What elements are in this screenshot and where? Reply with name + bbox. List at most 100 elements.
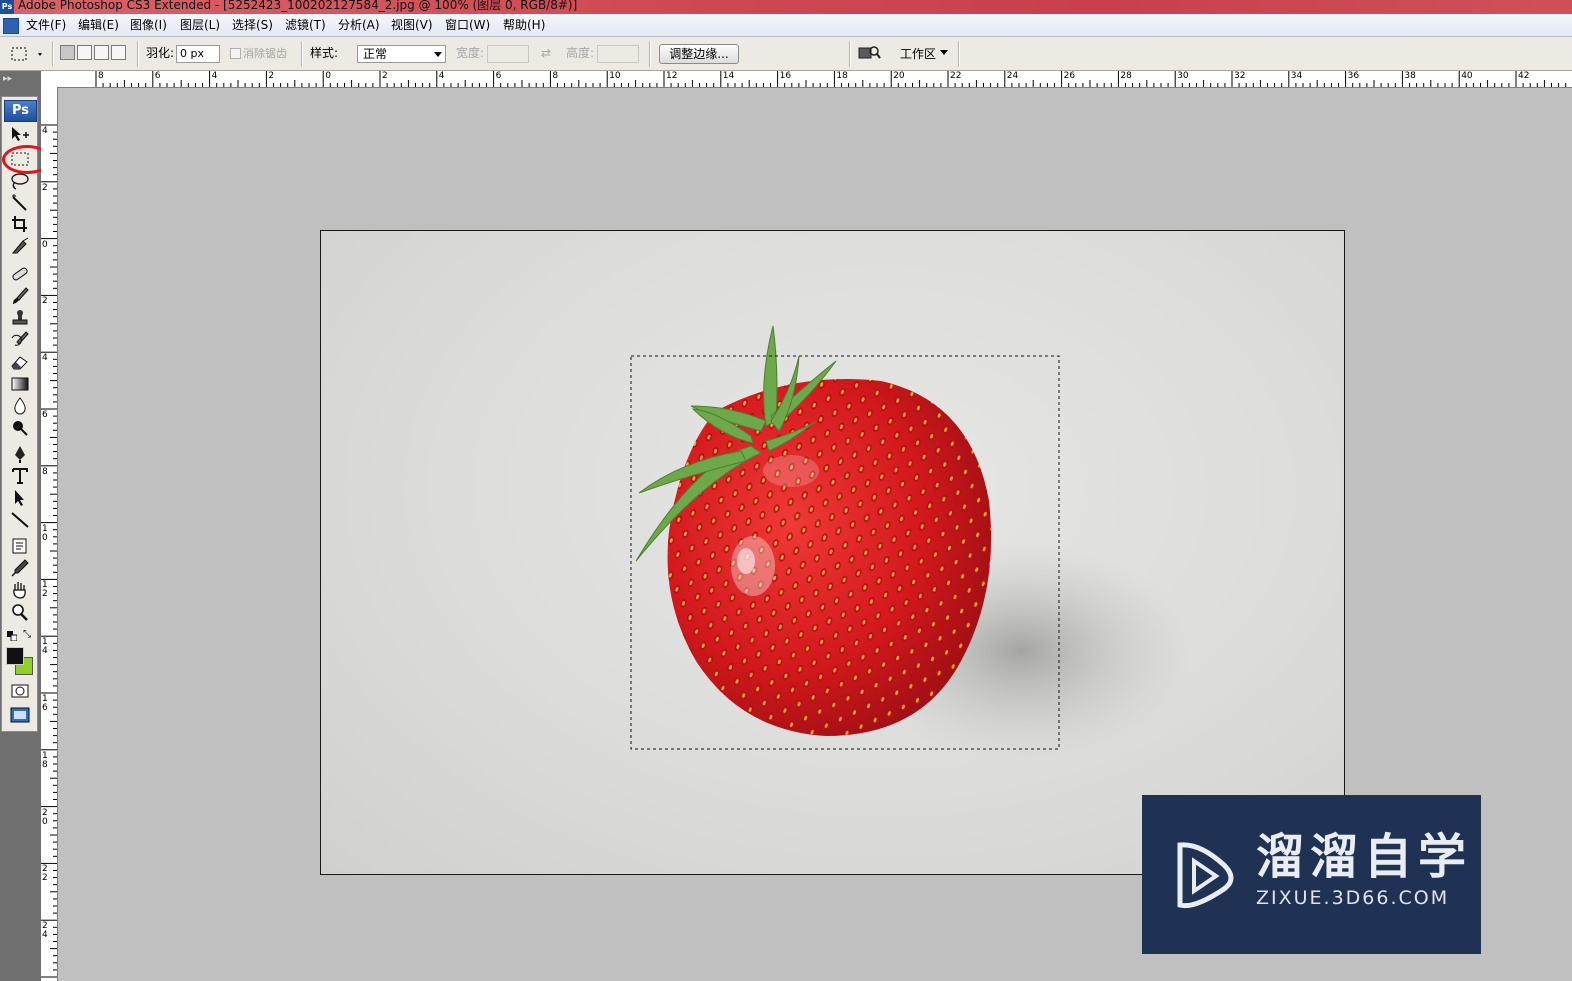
horizontal-ruler[interactable]: 8 6 4 2 0 2 4 6 8 10 12 14 16 18 20 22 24 26 28 30 32 34 36 38 4…: [58, 71, 1572, 88]
vertical-ruler[interactable]: 4 2 0 2 4 6 8 10 12 14 16 18 20 22 24: [41, 87, 58, 981]
ruler-v-label: 20: [42, 807, 48, 827]
swap-colors-icon[interactable]: ⤡: [23, 629, 35, 641]
history-brush-icon[interactable]: [9, 330, 31, 350]
menu-window[interactable]: 窗口(W): [445, 17, 490, 34]
width-input[interactable]: [487, 45, 529, 63]
antialias-checkbox[interactable]: [230, 48, 241, 59]
watermark-name: 溜溜自学: [1256, 829, 1473, 885]
blur-icon[interactable]: [9, 396, 31, 416]
ruler-h-label: 30: [1177, 71, 1189, 81]
ruler-v-label: 22: [42, 864, 48, 884]
refine-edge-button[interactable]: 调整边缘...: [659, 44, 739, 64]
ruler-h-label: 6: [495, 71, 502, 81]
eyedropper-icon[interactable]: [9, 558, 31, 578]
ruler-v-label: 0: [42, 239, 48, 250]
ruler-h-label: 12: [666, 71, 678, 81]
hand-icon[interactable]: [9, 580, 31, 600]
brush-icon[interactable]: [9, 286, 31, 306]
feather-input[interactable]: 0 px: [176, 45, 220, 63]
ruler-h-label: 26: [1063, 71, 1076, 81]
ruler-v-label: 24: [42, 921, 48, 941]
style-label: 样式:: [310, 46, 339, 60]
bridge-button[interactable]: [858, 44, 882, 62]
ruler-h-label: 10: [609, 71, 621, 81]
menu-filter[interactable]: 滤镜(T): [285, 17, 326, 34]
ruler-h-label: 0: [325, 71, 331, 81]
ruler-h-label: 4: [211, 71, 218, 81]
antialias-label: 消除锯齿: [243, 47, 287, 60]
menu-file[interactable]: 文件(F): [26, 17, 66, 34]
dodge-icon[interactable]: [9, 418, 31, 438]
tool-preset-picker[interactable]: [8, 45, 44, 63]
horizontal-ruler-ticks: [95, 71, 1567, 87]
window-title: Adobe Photoshop CS3 Extended - [5252423_…: [18, 0, 578, 12]
gradient-icon[interactable]: [9, 374, 31, 394]
app-menu-icon[interactable]: [3, 18, 19, 34]
type-icon[interactable]: [9, 466, 31, 486]
ruler-h-label: 34: [1290, 71, 1303, 81]
subtract-from-selection-button[interactable]: [94, 45, 109, 60]
options-bar: 羽化: 0 px 消除锯齿 样式: 正常 宽度: ⇄ 高度: 调整边缘... 工…: [0, 37, 1572, 71]
move-tool-icon[interactable]: [9, 125, 31, 145]
workspace-label: 工作区: [900, 47, 937, 61]
ruler-h-label: 8: [98, 71, 104, 81]
ruler-origin[interactable]: [41, 71, 58, 88]
ruler-v-label: 6: [42, 410, 48, 420]
default-colors-icon[interactable]: [7, 630, 18, 642]
marquee-preset-icon: [11, 47, 42, 61]
line-icon[interactable]: [9, 510, 31, 530]
title-bar: Ps Adobe Photoshop CS3 Extended - [52524…: [0, 0, 1572, 14]
style-select-value: 正常: [363, 47, 388, 61]
menu-view[interactable]: 视图(V): [391, 17, 433, 34]
ruler-h-label: 4: [438, 71, 445, 81]
pen-icon[interactable]: [9, 444, 31, 464]
path-selection-icon[interactable]: [9, 488, 31, 508]
quick-mask-icon[interactable]: [9, 681, 31, 701]
ruler-h-label: 36: [1347, 71, 1360, 81]
ruler-h-label: 22: [950, 71, 962, 81]
ruler-h-label: 16: [779, 71, 792, 81]
ruler-h-label: 42: [1518, 71, 1530, 81]
menu-help[interactable]: 帮助(H): [503, 17, 545, 34]
healing-brush-icon[interactable]: [9, 264, 31, 284]
document-canvas[interactable]: [320, 230, 1345, 875]
ruler-h-label: 28: [1120, 71, 1132, 81]
screen-mode-icon[interactable]: [9, 705, 31, 725]
new-selection-button[interactable]: [60, 45, 75, 60]
menu-analysis[interactable]: 分析(A): [338, 17, 380, 34]
magic-wand-icon[interactable]: [9, 193, 31, 213]
menu-select[interactable]: 选择(S): [232, 17, 273, 34]
toolbox: Ps ⤡: [1, 96, 38, 732]
slice-icon[interactable]: [9, 236, 31, 256]
crop-icon[interactable]: [9, 214, 31, 234]
bridge-icon: [858, 46, 881, 59]
menu-edit[interactable]: 编辑(E): [78, 17, 119, 34]
zoom-icon[interactable]: [9, 602, 31, 622]
ps-logo: Ps: [4, 100, 37, 122]
eraser-icon[interactable]: [9, 352, 31, 372]
foreground-color-swatch[interactable]: [6, 647, 24, 665]
strawberry-image: [630, 325, 1191, 761]
ruler-v-label: 16: [42, 694, 48, 713]
ruler-v-label: 10: [42, 523, 48, 543]
swap-icon[interactable]: ⇄: [541, 46, 551, 61]
style-select[interactable]: 正常: [357, 45, 446, 63]
intersect-selection-button[interactable]: [111, 45, 126, 60]
height-input[interactable]: [597, 45, 639, 63]
height-label: 高度:: [566, 46, 595, 60]
lasso-icon[interactable]: [9, 171, 31, 191]
add-to-selection-button[interactable]: [77, 45, 92, 60]
feather-label: 羽化:: [146, 46, 175, 60]
ruler-v-label: 2: [42, 296, 48, 307]
watermark-badge: 溜溜自学 ZIXUE.3D66.COM: [1142, 795, 1481, 954]
collapse-panel-icon[interactable]: ▸▸: [3, 75, 12, 84]
clone-stamp-icon[interactable]: [9, 308, 31, 328]
ruler-v-label: 18: [42, 750, 48, 770]
menu-image[interactable]: 图像(I): [130, 17, 167, 34]
notes-icon[interactable]: [9, 536, 31, 556]
ruler-v-label: 8: [42, 466, 48, 477]
ruler-h-label: 20: [893, 71, 905, 81]
ruler-h-label: 40: [1461, 71, 1473, 81]
menu-layer[interactable]: 图层(L): [180, 17, 220, 34]
workspace-menu[interactable]: 工作区: [898, 44, 952, 62]
